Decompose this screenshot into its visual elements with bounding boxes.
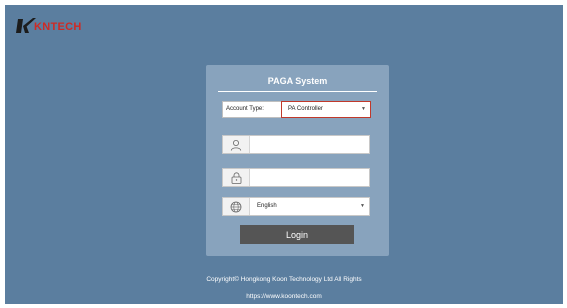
username-input[interactable] (250, 136, 368, 153)
lock-icon (223, 169, 250, 186)
username-field[interactable] (222, 135, 370, 154)
divider (218, 91, 377, 92)
chevron-down-icon: ▼ (360, 203, 365, 209)
language-select[interactable]: English ▼ (222, 197, 370, 216)
account-type-label: Account Type: (226, 106, 264, 112)
account-type-row: Account Type: PA Controller ▼ (222, 101, 371, 118)
login-panel: PAGA System Account Type: PA Controller … (206, 65, 389, 256)
password-field[interactable] (222, 168, 370, 187)
logo: KNTECH (16, 16, 82, 36)
password-input[interactable] (250, 169, 368, 186)
brand-name: KNTECH (34, 21, 82, 33)
user-icon (223, 136, 250, 153)
copyright-text: Copyright© Hongkong Koon Technology Ltd … (206, 276, 362, 283)
globe-icon (223, 198, 250, 215)
login-button[interactable]: Login (240, 225, 354, 244)
login-screen: KNTECH PAGA System Account Type: PA Cont… (5, 5, 563, 304)
logo-mark-icon (16, 18, 36, 33)
panel-title: PAGA System (267, 76, 328, 86)
language-value: English (257, 203, 277, 209)
account-type-select[interactable]: PA Controller ▼ (281, 101, 371, 118)
account-type-value: PA Controller (288, 106, 323, 112)
chevron-down-icon: ▼ (361, 106, 366, 112)
website-link[interactable]: https://www.koontech.com (5, 293, 563, 300)
